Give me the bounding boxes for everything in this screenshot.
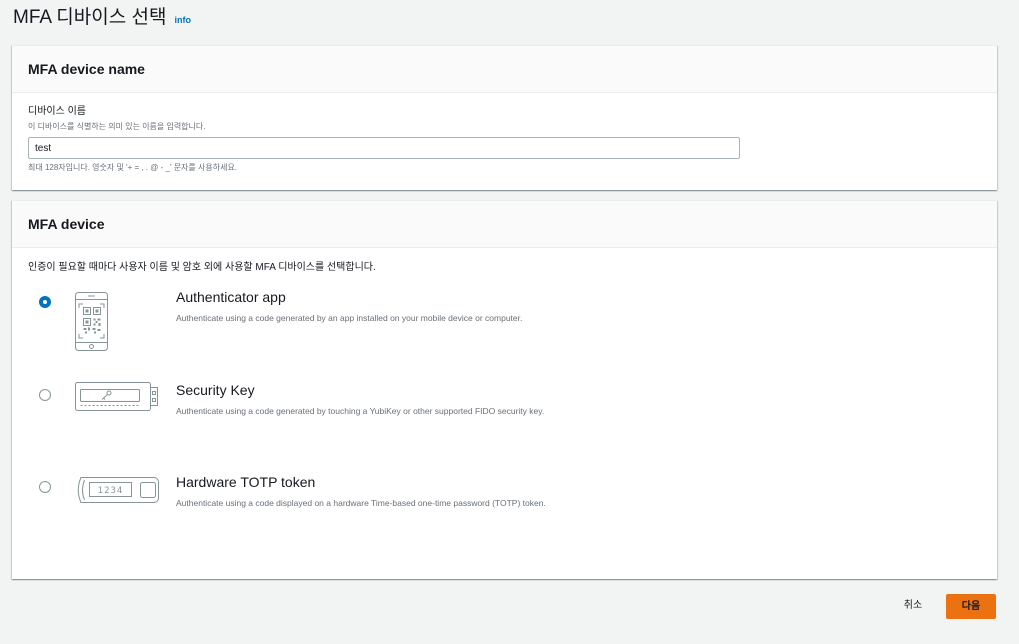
page-header: MFA 디바이스 선택 info	[13, 4, 191, 32]
device-type-panel: MFA device 인증이 필요할 때마다 사용자 이름 및 암호 외에 사용…	[12, 200, 997, 579]
cancel-button[interactable]: 취소	[896, 598, 930, 614]
device-type-intro: 인증이 필요할 때마다 사용자 이름 및 암호 외에 사용할 MFA 디바이스를…	[28, 262, 376, 273]
option-security-key[interactable]: Security Key Authenticate using a code g…	[12, 381, 997, 421]
option-title: Hardware TOTP token	[176, 474, 316, 490]
device-type-panel-header: MFA device	[12, 201, 997, 248]
info-link[interactable]: info	[174, 15, 191, 25]
option-description: Authenticate using a code displayed on a…	[176, 498, 546, 508]
radio-hardware-totp-token[interactable]	[39, 481, 51, 493]
device-type-panel-body: 인증이 필요할 때마다 사용자 이름 및 암호 외에 사용할 MFA 디바이스를…	[12, 248, 997, 275]
radio-security-key[interactable]	[39, 389, 51, 401]
device-name-description: 이 디바이스를 식별하는 의미 있는 이름을 입력합니다.	[28, 122, 206, 131]
radio-authenticator-app[interactable]	[39, 296, 51, 308]
device-name-panel: MFA device name 디바이스 이름 이 디바이스를 식별하는 의미 …	[12, 45, 997, 190]
page-title: MFA 디바이스 선택	[13, 7, 167, 28]
option-hardware-totp-token[interactable]: 1234 Hardware TOTP token Authenticate us…	[12, 473, 997, 513]
option-description: Authenticate using a code generated by t…	[176, 406, 545, 416]
option-title: Security Key	[176, 382, 255, 398]
totp-display-digits: 1234	[98, 486, 124, 496]
device-name-panel-header: MFA device name	[12, 46, 997, 93]
phone-qr-icon	[75, 292, 108, 351]
totp-token-icon: 1234	[77, 477, 159, 503]
device-name-input[interactable]	[28, 137, 740, 159]
next-button[interactable]: 다음	[946, 594, 996, 619]
device-name-hint: 최대 128자입니다. 영숫자 및 '+ = , . @ - _' 문자를 사용…	[28, 163, 238, 172]
option-title: Authenticator app	[176, 289, 286, 305]
usb-security-key-icon	[75, 382, 158, 411]
option-authenticator-app[interactable]: Authenticator app Authenticate using a c…	[12, 288, 997, 354]
device-name-panel-body: 디바이스 이름 이 디바이스를 식별하는 의미 있는 이름을 입력합니다. 최대…	[12, 93, 997, 173]
device-name-label: 디바이스 이름	[28, 106, 86, 117]
option-description: Authenticate using a code generated by a…	[176, 313, 523, 323]
